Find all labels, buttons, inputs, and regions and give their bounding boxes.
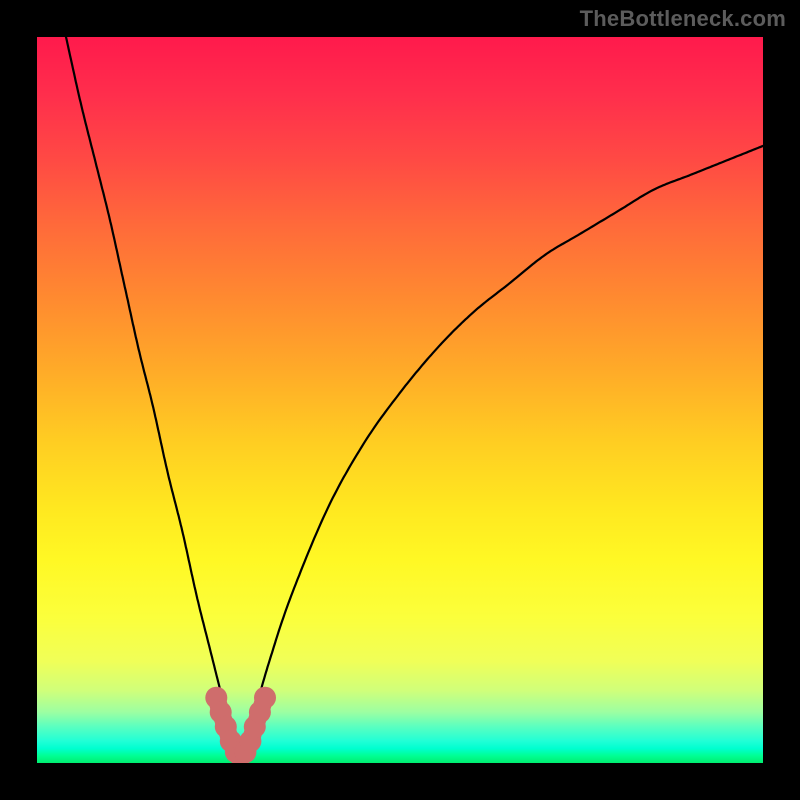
plot-area: [37, 37, 763, 763]
sweet-spot-highlight: [205, 687, 276, 763]
watermark-text: TheBottleneck.com: [580, 6, 786, 32]
bottleneck-curve: [66, 37, 763, 756]
chart-frame: TheBottleneck.com: [0, 0, 800, 800]
curve-layer: [37, 37, 763, 763]
